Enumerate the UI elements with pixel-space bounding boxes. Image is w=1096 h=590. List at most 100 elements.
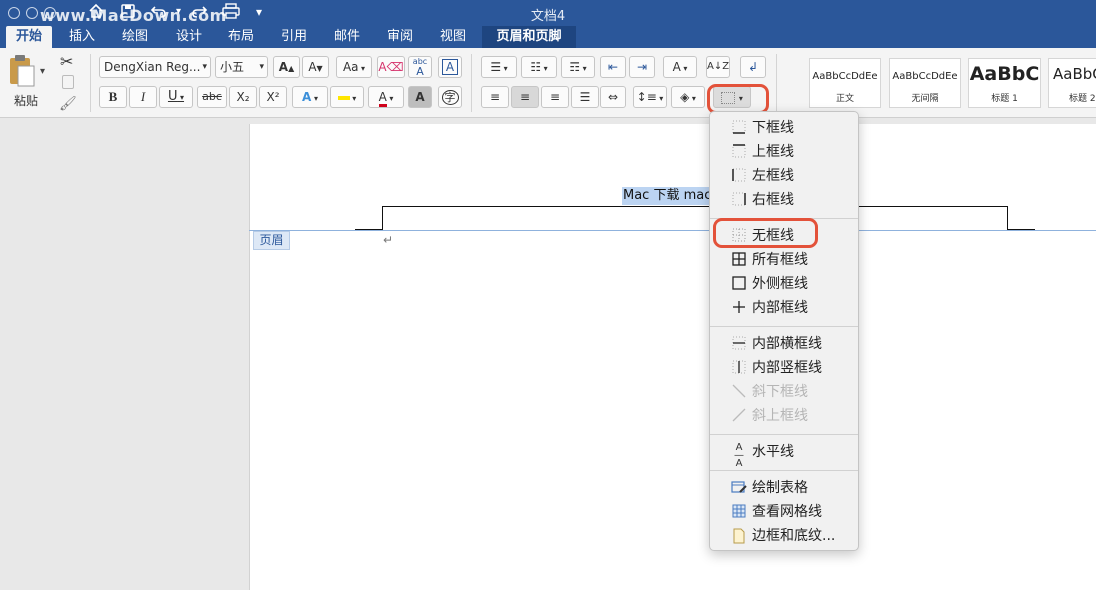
outside-borders-icon — [731, 276, 747, 292]
enclose-characters-button[interactable]: 字 — [438, 86, 462, 108]
style-no-spacing[interactable]: AaBbCcDdEe 无间隔 — [889, 58, 961, 108]
asian-layout-button[interactable]: A ▾ — [663, 56, 697, 78]
menu-item-outside-borders[interactable]: 外侧框线 — [710, 272, 858, 296]
cut-icon[interactable]: ✂ — [60, 52, 73, 71]
numbering-button[interactable]: ☷ ▾ — [521, 56, 557, 78]
font-name-select[interactable]: DengXian Reg... ▾ — [99, 56, 211, 78]
menu-item-label: 外侧框线 — [752, 276, 808, 292]
ribbon: ▾ 粘贴 ✂ 🖌 DengXian Reg... ▾ 小五 ▾ A▲ A▼ Aa… — [0, 48, 1096, 118]
shrink-font-button[interactable]: A▼ — [302, 56, 329, 78]
menu-item-label: 内部框线 — [752, 300, 808, 316]
tab-review[interactable]: 审阅 — [377, 26, 423, 48]
tab-draw[interactable]: 绘图 — [112, 26, 158, 48]
bullets-button[interactable]: ☰ ▾ — [481, 56, 517, 78]
decrease-indent-button[interactable]: ⇤ — [600, 56, 626, 78]
tab-view[interactable]: 视图 — [430, 26, 476, 48]
style-heading-2[interactable]: AaBbC 标题 2 — [1048, 58, 1096, 108]
menu-item-draw-table[interactable]: 绘制表格 — [710, 476, 858, 500]
multilevel-list-button[interactable]: ☶ ▾ — [561, 56, 595, 78]
menu-item-label: 所有框线 — [752, 252, 808, 268]
change-case-button[interactable]: Aa ▾ — [336, 56, 372, 78]
tab-layout[interactable]: 布局 — [218, 26, 264, 48]
view-gridlines-icon — [731, 504, 747, 520]
document-title: 文档4 — [530, 9, 566, 24]
menu-item-inside-borders[interactable]: 内部框线 — [710, 296, 858, 320]
tab-home[interactable]: 开始 — [6, 26, 52, 48]
tab-mailings[interactable]: 邮件 — [324, 26, 370, 48]
underline-button[interactable]: U ▾ — [159, 86, 193, 108]
style-name: 正文 — [835, 94, 854, 104]
no-border-highlight — [713, 218, 818, 248]
menu-separator — [710, 470, 858, 471]
distributed-icon: ⇔ — [607, 90, 619, 104]
tab-design[interactable]: 设计 — [166, 26, 212, 48]
chevron-down-icon: ▾ — [202, 62, 207, 72]
menu-item-horizontal-line[interactable]: A — A 水平线 — [710, 440, 858, 469]
justify-icon: ☰ — [579, 90, 591, 104]
bold-button[interactable]: B — [99, 86, 127, 108]
bullets-icon: ☰ — [490, 60, 502, 74]
menu-item-top-border[interactable]: 上框线 — [710, 140, 858, 164]
header-table-border — [382, 206, 1008, 231]
menu-item-view-gridlines[interactable]: 查看网格线 — [710, 500, 858, 524]
menu-item-inside-vertical-border[interactable]: 内部竖框线 — [710, 356, 858, 380]
menu-item-label: 右框线 — [752, 192, 794, 208]
justify-button[interactable]: ☰ — [571, 86, 599, 108]
format-painter-icon[interactable]: 🖌 — [59, 96, 77, 112]
distributed-button[interactable]: ⇔ — [600, 86, 626, 108]
align-center-button[interactable]: ≡ — [511, 86, 539, 108]
selected-header-text[interactable]: Mac 下载 macd — [622, 187, 721, 205]
tab-header-footer[interactable]: 页眉和页脚 — [482, 26, 576, 48]
paste-icon[interactable] — [8, 54, 36, 88]
style-heading-1[interactable]: AaBbC 标题 1 — [968, 58, 1041, 108]
borders-dropdown-menu: 下框线 上框线 左框线 右框线 无框线 所有框线 外侧框线 内部框线 内部横框线… — [709, 111, 859, 551]
copy-icon[interactable] — [62, 75, 74, 89]
menu-item-left-border[interactable]: 左框线 — [710, 164, 858, 188]
menu-item-all-borders[interactable]: 所有框线 — [710, 248, 858, 272]
clear-formatting-button[interactable]: A⌫ — [377, 56, 405, 78]
header-tag[interactable]: 页眉 — [253, 231, 290, 250]
style-normal[interactable]: AaBbCcDdEe 正文 — [809, 58, 881, 108]
character-border-button[interactable]: A — [438, 56, 462, 78]
diagonal-up-border-icon — [731, 408, 747, 424]
style-sample: AaBbCcDdEe — [812, 71, 878, 82]
menu-item-bottom-border[interactable]: 下框线 — [710, 116, 858, 140]
phonetic-guide-button[interactable]: abc A — [408, 56, 432, 78]
strikethrough-button[interactable]: abc — [197, 86, 227, 108]
font-color-button[interactable]: A ▾ — [368, 86, 404, 108]
borders-shading-icon — [731, 528, 747, 544]
subscript-button[interactable]: X₂ — [229, 86, 257, 108]
style-sample: AaBbCcDdEe — [892, 71, 958, 82]
paste-dropdown-icon[interactable]: ▾ — [40, 66, 45, 77]
highlight-button[interactable]: ▾ — [330, 86, 364, 108]
grow-font-icon: A — [278, 60, 289, 74]
align-left-icon: ≡ — [489, 90, 501, 104]
pilcrow-icon: ↲ — [747, 60, 759, 74]
menu-item-diagonal-up-border: 斜上框线 — [710, 404, 858, 428]
font-size-select[interactable]: 小五 ▾ — [215, 56, 268, 78]
sort-button[interactable]: A↓Z — [706, 56, 730, 78]
style-sample: AaBbC — [969, 63, 1040, 85]
align-right-button[interactable]: ≡ — [541, 86, 569, 108]
align-right-icon: ≡ — [549, 90, 561, 104]
text-effects-button[interactable]: A ▾ — [292, 86, 328, 108]
show-formatting-button[interactable]: ↲ — [740, 56, 766, 78]
italic-button[interactable]: I — [129, 86, 157, 108]
menu-item-inside-horizontal-border[interactable]: 内部横框线 — [710, 332, 858, 356]
grow-font-button[interactable]: A▲ — [273, 56, 300, 78]
character-shading-button[interactable]: A — [408, 86, 432, 108]
ribbon-tabs: 开始 插入 绘图 设计 布局 引用 邮件 审阅 视图 页眉和页脚 — [0, 26, 1096, 48]
inside-vertical-border-icon — [731, 360, 747, 376]
menu-item-label: 内部竖框线 — [752, 360, 822, 376]
tab-references[interactable]: 引用 — [271, 26, 317, 48]
menu-item-borders-and-shading[interactable]: 边框和底纹... — [710, 524, 858, 548]
increase-indent-button[interactable]: ⇥ — [629, 56, 655, 78]
line-spacing-button[interactable]: ↕≡ ▾ — [633, 86, 667, 108]
menu-item-label: 左框线 — [752, 168, 794, 184]
shading-button[interactable]: ◈ ▾ — [671, 86, 705, 108]
align-left-button[interactable]: ≡ — [481, 86, 509, 108]
menu-item-right-border[interactable]: 右框线 — [710, 188, 858, 212]
paint-bucket-icon: ◈ — [680, 90, 690, 104]
superscript-button[interactable]: X² — [259, 86, 287, 108]
tab-insert[interactable]: 插入 — [60, 26, 104, 48]
